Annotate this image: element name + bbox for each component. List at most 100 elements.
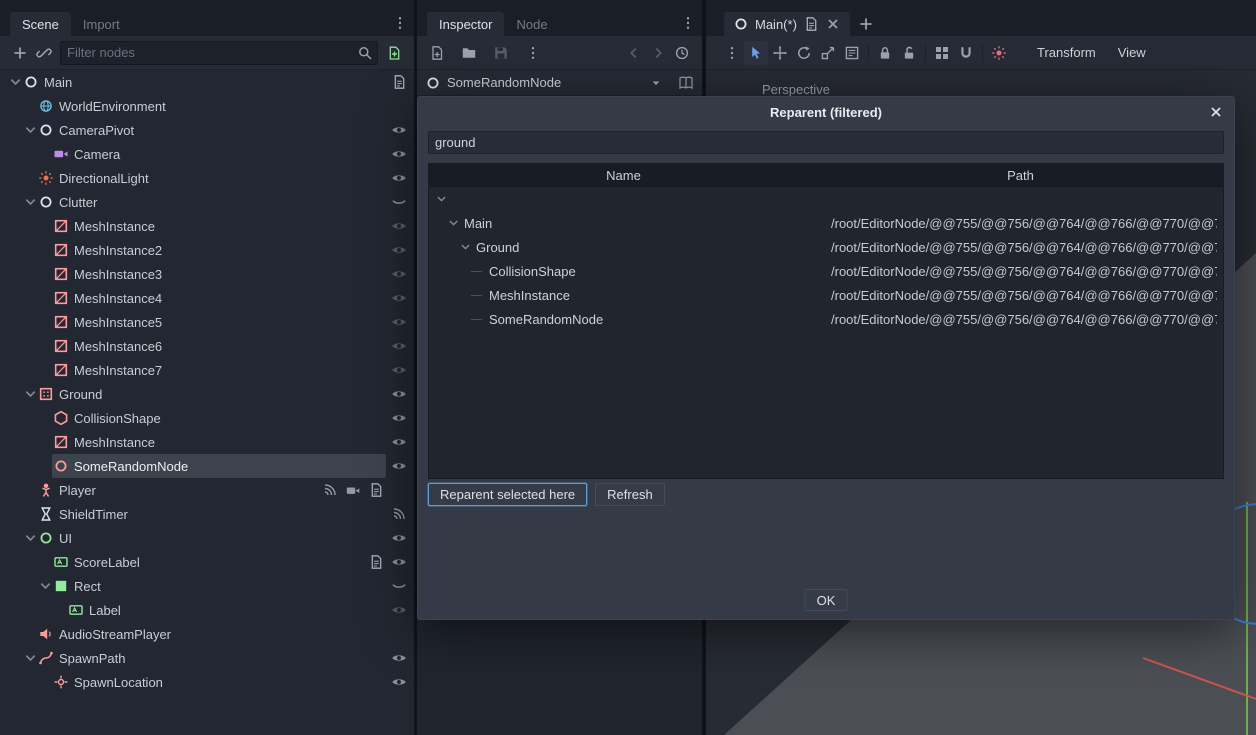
new-resource-icon[interactable]: [425, 41, 449, 65]
dialog-search-input[interactable]: [428, 131, 1224, 154]
group-icon[interactable]: [344, 482, 362, 498]
dialog-close-icon[interactable]: [1208, 104, 1224, 120]
tree-item-rect[interactable]: Rect: [0, 574, 414, 598]
eye-icon[interactable]: [390, 362, 408, 378]
eye-icon[interactable]: [390, 242, 408, 258]
group-selected-icon[interactable]: [930, 41, 954, 65]
node-selector[interactable]: SomeRandomNode: [417, 70, 702, 96]
save-resource-icon[interactable]: [489, 41, 513, 65]
eye-icon[interactable]: [390, 410, 408, 426]
expand-arrow-icon[interactable]: [23, 650, 38, 666]
script-icon[interactable]: [803, 16, 819, 32]
list-select-tool-icon[interactable]: [840, 41, 864, 65]
eye-icon[interactable]: [390, 122, 408, 138]
perspective-menu[interactable]: Perspective: [762, 82, 830, 97]
forward-arrow-icon[interactable]: [646, 41, 670, 65]
tree-item-player[interactable]: Player: [0, 478, 414, 502]
tree-item-meshinstance2[interactable]: MeshInstance2: [0, 238, 414, 262]
tree-item-meshinstance[interactable]: MeshInstance: [0, 214, 414, 238]
expand-arrow-icon[interactable]: [447, 215, 460, 231]
tree-item-meshinstance3[interactable]: MeshInstance3: [0, 262, 414, 286]
closed-eye-icon[interactable]: [390, 578, 408, 594]
eye-icon[interactable]: [390, 602, 408, 618]
back-arrow-icon[interactable]: [622, 41, 646, 65]
tree-item-spawnpath[interactable]: SpawnPath: [0, 646, 414, 670]
eye-icon[interactable]: [390, 650, 408, 666]
unlock-icon[interactable]: [897, 41, 921, 65]
rotate-tool-icon[interactable]: [792, 41, 816, 65]
menu-dots-icon[interactable]: [720, 41, 744, 65]
tab-import[interactable]: Import: [71, 12, 132, 36]
tree-item-main[interactable]: Main: [0, 70, 414, 94]
close-icon[interactable]: [825, 16, 841, 32]
menu-view[interactable]: View: [1108, 45, 1156, 60]
scale-tool-icon[interactable]: [816, 41, 840, 65]
tree-item-label[interactable]: Label: [0, 598, 414, 622]
tab-scene[interactable]: Scene: [10, 12, 71, 36]
tree-item-somerandomnode[interactable]: SomeRandomNode: [0, 454, 414, 478]
tab-node[interactable]: Node: [504, 12, 559, 36]
tree-item-clutter[interactable]: Clutter: [0, 190, 414, 214]
eye-icon[interactable]: [390, 434, 408, 450]
tree-item-shieldtimer[interactable]: ShieldTimer: [0, 502, 414, 526]
filter-nodes-input[interactable]: [60, 41, 378, 65]
eye-icon[interactable]: [390, 554, 408, 570]
reparent-tree-item-meshinstance[interactable]: MeshInstance/root/EditorNode/@@755/@@756…: [429, 283, 1223, 307]
reparent-tree-item-root[interactable]: [429, 187, 1223, 211]
expand-arrow-icon[interactable]: [459, 239, 472, 255]
signal-icon[interactable]: [390, 506, 408, 522]
expand-arrow-icon[interactable]: [23, 530, 38, 546]
eye-icon[interactable]: [390, 290, 408, 306]
tree-item-camerapivot[interactable]: CameraPivot: [0, 118, 414, 142]
script-icon[interactable]: [390, 74, 408, 90]
history-icon[interactable]: [670, 41, 694, 65]
expand-arrow-icon[interactable]: [23, 386, 38, 402]
load-resource-icon[interactable]: [457, 41, 481, 65]
eye-icon[interactable]: [390, 530, 408, 546]
tree-item-collisionshape[interactable]: CollisionShape: [0, 406, 414, 430]
chevron-down-icon[interactable]: [648, 75, 664, 91]
tree-item-meshinstance4[interactable]: MeshInstance4: [0, 286, 414, 310]
expand-arrow-icon[interactable]: [8, 74, 23, 90]
inspector-dock-menu-icon[interactable]: [680, 15, 696, 31]
eye-icon[interactable]: [390, 674, 408, 690]
eye-icon[interactable]: [390, 458, 408, 474]
tree-item-camera[interactable]: Camera: [0, 142, 414, 166]
reparent-tree-item-ground[interactable]: Ground/root/EditorNode/@@755/@@756/@@764…: [429, 235, 1223, 259]
select-tool-icon[interactable]: [744, 41, 768, 65]
expand-arrow-icon[interactable]: [38, 578, 53, 594]
preview-light-icon[interactable]: [987, 41, 1011, 65]
tree-item-worldenvironment[interactable]: WorldEnvironment: [0, 94, 414, 118]
scene-tab-main[interactable]: Main(*): [724, 12, 850, 36]
tree-item-meshinstance[interactable]: MeshInstance: [0, 430, 414, 454]
script-icon[interactable]: [367, 554, 385, 570]
scene-dock-menu-icon[interactable]: [392, 15, 408, 31]
attach-script-icon[interactable]: [382, 41, 406, 65]
menu-transform[interactable]: Transform: [1027, 45, 1106, 60]
eye-icon[interactable]: [390, 266, 408, 282]
tree-item-scorelabel[interactable]: ScoreLabel: [0, 550, 414, 574]
add-node-icon[interactable]: [8, 41, 32, 65]
closed-eye-icon[interactable]: [390, 194, 408, 210]
eye-icon[interactable]: [390, 386, 408, 402]
snap-icon[interactable]: [954, 41, 978, 65]
move-tool-icon[interactable]: [768, 41, 792, 65]
menu-dots-icon[interactable]: [521, 41, 545, 65]
reparent-tree-item-somerandomnode[interactable]: SomeRandomNode/root/EditorNode/@@755/@@7…: [429, 307, 1223, 331]
reparent-tree-item-main[interactable]: Main/root/EditorNode/@@755/@@756/@@764/@…: [429, 211, 1223, 235]
tree-item-spawnlocation[interactable]: SpawnLocation: [0, 670, 414, 694]
signal-icon[interactable]: [321, 482, 339, 498]
new-scene-tab-icon[interactable]: [858, 16, 874, 32]
eye-icon[interactable]: [390, 170, 408, 186]
tree-item-directionallight[interactable]: DirectionalLight: [0, 166, 414, 190]
eye-icon[interactable]: [390, 146, 408, 162]
ok-button[interactable]: OK: [805, 589, 848, 611]
expand-arrow-icon[interactable]: [23, 194, 38, 210]
lock-icon[interactable]: [873, 41, 897, 65]
script-icon[interactable]: [367, 482, 385, 498]
instance-scene-icon[interactable]: [32, 41, 56, 65]
reparent-selected-here-button[interactable]: Reparent selected here: [428, 483, 587, 506]
tree-item-ui[interactable]: UI: [0, 526, 414, 550]
eye-icon[interactable]: [390, 314, 408, 330]
refresh-button[interactable]: Refresh: [595, 483, 665, 506]
